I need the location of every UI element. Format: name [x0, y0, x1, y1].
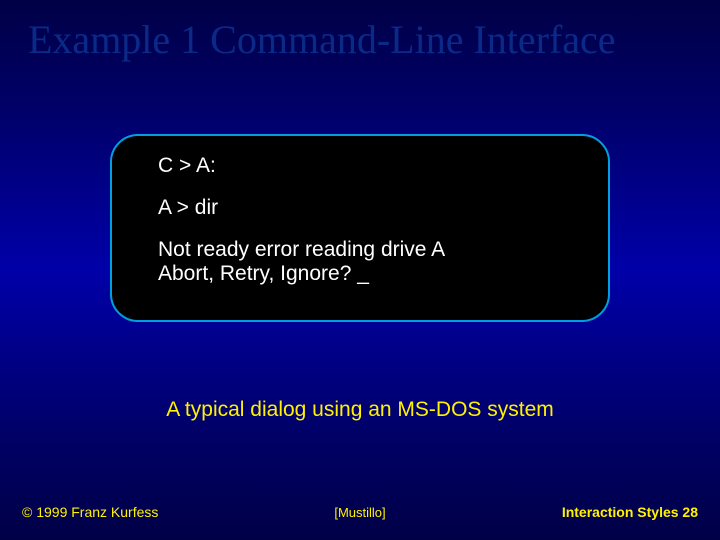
slide-title: Example 1 Command-Line Interface [28, 16, 616, 63]
terminal-error-block: Not ready error reading drive A Abort, R… [158, 238, 608, 286]
terminal-line-3: Not ready error reading drive A [158, 238, 608, 262]
caption-text: A typical dialog using an MS-DOS system [0, 398, 720, 422]
slide: Example 1 Command-Line Interface C > A: … [0, 0, 720, 540]
terminal-line-4: Abort, Retry, Ignore? _ [158, 262, 608, 286]
terminal-line-1: C > A: [158, 154, 608, 178]
page-label: Interaction Styles 28 [562, 504, 698, 520]
page-number: 28 [682, 504, 698, 520]
terminal-cursor: _ [357, 262, 369, 285]
terminal-panel: C > A: A > dir Not ready error reading d… [110, 134, 610, 322]
terminal-line-2: A > dir [158, 196, 608, 220]
page-label-text: Interaction Styles [562, 504, 683, 520]
terminal-prompt-text: Abort, Retry, Ignore? [158, 262, 357, 285]
